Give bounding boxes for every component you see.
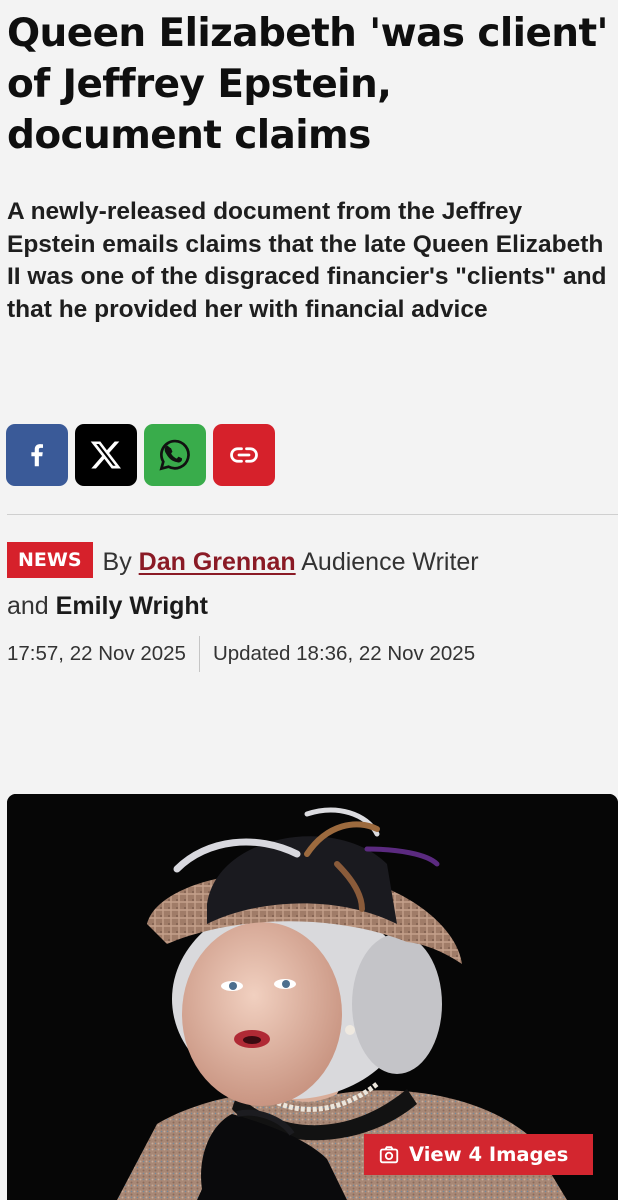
copy-link-button[interactable] — [213, 424, 275, 486]
camera-icon — [378, 1144, 400, 1166]
view-images-label: View 4 Images — [409, 1143, 569, 1166]
share-x-button[interactable] — [75, 424, 137, 486]
author-link-dan-grennan[interactable]: Dan Grennan — [139, 548, 296, 576]
published-time: 17:57, 22 Nov 2025 — [7, 642, 186, 665]
byline-and: and — [7, 592, 49, 620]
author-role: Audience Writer — [301, 548, 479, 576]
date-separator — [198, 636, 200, 672]
section-tag[interactable]: NEWS — [7, 542, 93, 578]
divider — [7, 514, 618, 515]
byline: NEWS By Dan Grennan Audience Writer and E… — [7, 540, 611, 628]
publish-dates: 17:57, 22 Nov 2025 Updated 18:36, 22 Nov… — [7, 636, 475, 672]
link-icon — [229, 440, 259, 470]
headline: Queen Elizabeth 'was client' of Jeffrey … — [7, 11, 608, 158]
author-emily-wright: Emily Wright — [55, 592, 209, 620]
updated-time: Updated 18:36, 22 Nov 2025 — [212, 642, 476, 665]
facebook-icon — [22, 440, 52, 470]
standfirst: A newly-released document from the Jeffr… — [7, 198, 607, 323]
article: Queen Elizabeth 'was client' of Jeffrey … — [0, 0, 618, 1200]
view-images-button[interactable]: View 4 Images — [364, 1134, 593, 1175]
byline-by: By — [102, 548, 132, 576]
hero-image[interactable]: View 4 Images — [7, 794, 618, 1200]
whatsapp-icon — [156, 436, 194, 474]
share-bar — [6, 424, 275, 486]
share-facebook-button[interactable] — [6, 424, 68, 486]
share-whatsapp-button[interactable] — [144, 424, 206, 486]
x-icon — [88, 437, 124, 473]
